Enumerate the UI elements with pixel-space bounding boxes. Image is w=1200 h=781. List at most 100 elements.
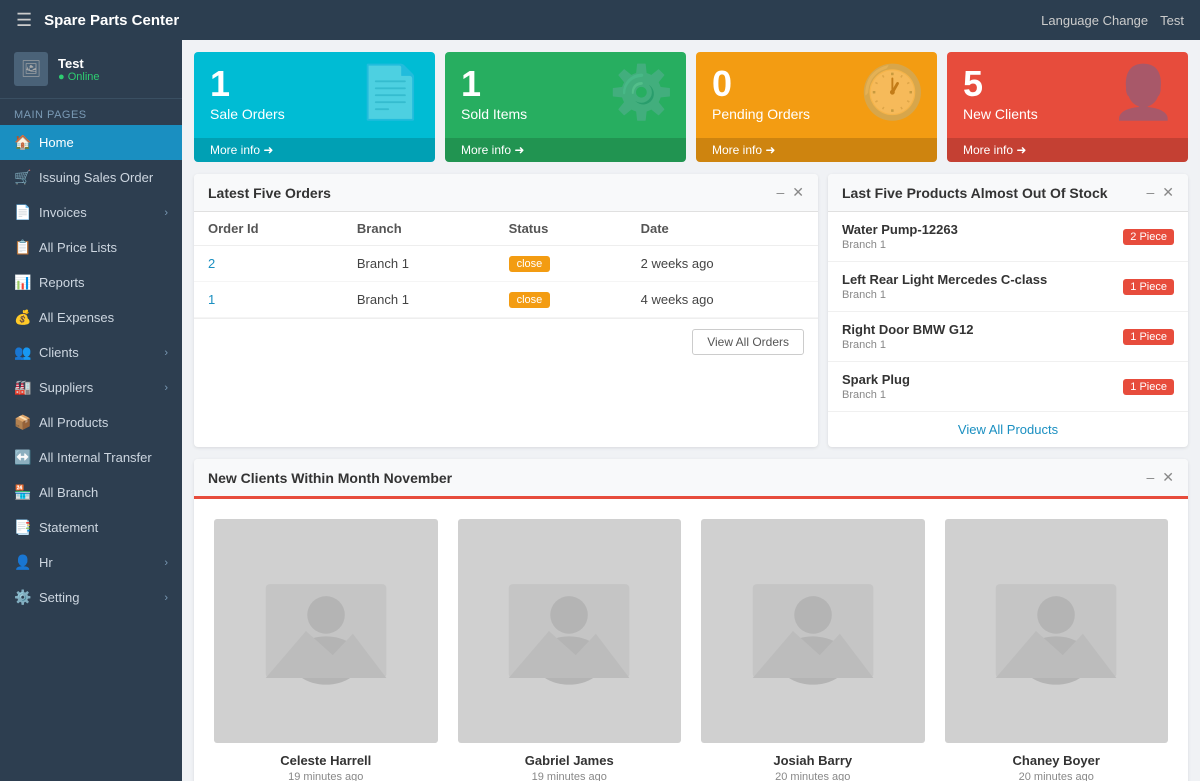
product-info: Right Door BMW G12 Branch 1 (842, 322, 973, 351)
sidebar-item-all-internal-transfer[interactable]: ↔️ All Internal Transfer (0, 440, 182, 475)
sidebar-icon-all-price-lists: 📋 (14, 239, 30, 256)
products-list: Water Pump-12263 Branch 1 2 Piece Left R… (828, 212, 1188, 412)
col-date: Date (627, 212, 818, 246)
low-stock-panel: Last Five Products Almost Out Of Stock –… (828, 174, 1188, 447)
date-cell: 4 weeks ago (627, 282, 818, 318)
sidebar: 🖼 Test ● Online Main Pages 🏠 Home 🛒 Issu… (0, 40, 182, 781)
orders-table: Order Id Branch Status Date 2 Branch 1 c… (194, 212, 818, 318)
sidebar-icon-all-products: 📦 (14, 414, 30, 431)
client-card: Celeste Harrell 19 minutes ago (214, 519, 438, 781)
sidebar-label-all-price-lists: All Price Lists (39, 240, 168, 255)
list-item: Left Rear Light Mercedes C-class Branch … (828, 262, 1188, 312)
view-all-orders-container: View All Orders (194, 318, 818, 365)
stat-card-new-clients: 👤 5 New Clients More info ➜ (947, 52, 1188, 162)
stat-card-pending-orders: 🕐 0 Pending Orders More info ➜ (696, 52, 937, 162)
list-item: Water Pump-12263 Branch 1 2 Piece (828, 212, 1188, 262)
piece-badge: 1 Piece (1123, 379, 1174, 395)
avatar: 🖼 (14, 52, 48, 86)
top-nav-left: ☰ Spare Parts Center (16, 10, 179, 31)
sidebar-username: Test (58, 56, 100, 71)
sidebar-label-suppliers: Suppliers (39, 380, 155, 395)
sidebar-icon-clients: 👥 (14, 344, 30, 361)
clients-title: New Clients Within Month November (208, 470, 452, 486)
latest-orders-panel: Latest Five Orders – ✕ Order Id Branch S… (194, 174, 818, 447)
view-all-products-link[interactable]: View All Products (828, 412, 1188, 447)
sidebar-icon-all-branch: 🏪 (14, 484, 30, 501)
sidebar-status: ● Online (58, 71, 100, 83)
sidebar-item-home[interactable]: 🏠 Home (0, 125, 182, 160)
close-icon[interactable]: ✕ (1162, 469, 1174, 486)
sidebar-icon-statement: 📑 (14, 519, 30, 536)
sidebar-item-reports[interactable]: 📊 Reports (0, 265, 182, 300)
minimize-icon[interactable]: – (776, 184, 784, 201)
client-time: 20 minutes ago (701, 771, 925, 781)
sidebar-item-all-branch[interactable]: 🏪 All Branch (0, 475, 182, 510)
top-nav-right: Language Change Test (1041, 13, 1184, 28)
clients-grid: Celeste Harrell 19 minutes ago Gabriel J… (194, 499, 1188, 781)
sidebar-item-hr[interactable]: 👤 Hr › (0, 545, 182, 580)
date-cell: 2 weeks ago (627, 246, 818, 282)
sidebar-label-setting: Setting (39, 590, 155, 605)
sidebar-icon-all-expenses: 💰 (14, 309, 30, 326)
order-id-cell[interactable]: 1 (194, 282, 343, 318)
client-avatar (701, 519, 925, 743)
stat-footer-sold-items[interactable]: More info ➜ (445, 138, 686, 162)
sidebar-item-all-expenses[interactable]: 💰 All Expenses (0, 300, 182, 335)
sidebar-item-clients[interactable]: 👥 Clients › (0, 335, 182, 370)
minimize-icon[interactable]: – (1146, 184, 1154, 201)
close-icon[interactable]: ✕ (792, 184, 804, 201)
sidebar-icon-hr: 👤 (14, 554, 30, 571)
sidebar-label-all-expenses: All Expenses (39, 310, 168, 325)
sidebar-icon-suppliers: 🏭 (14, 379, 30, 396)
status-badge: close (509, 256, 551, 272)
status-cell: close (495, 282, 627, 318)
client-name: Celeste Harrell (214, 753, 438, 768)
close-icon[interactable]: ✕ (1162, 184, 1174, 201)
view-all-orders-button[interactable]: View All Orders (692, 329, 804, 355)
piece-badge: 1 Piece (1123, 329, 1174, 345)
sidebar-item-all-products[interactable]: 📦 All Products (0, 405, 182, 440)
latest-orders-header: Latest Five Orders – ✕ (194, 174, 818, 212)
sidebar-items: 🏠 Home 🛒 Issuing Sales Order 📄 Invoices … (0, 125, 182, 615)
client-time: 19 minutes ago (458, 771, 682, 781)
col-branch: Branch (343, 212, 495, 246)
arrow-icon-hr: › (164, 557, 168, 569)
product-info: Spark Plug Branch 1 (842, 372, 910, 401)
new-clients-section: New Clients Within Month November – ✕ Ce… (194, 459, 1188, 781)
product-info: Left Rear Light Mercedes C-class Branch … (842, 272, 1047, 301)
sidebar-label-hr: Hr (39, 555, 155, 570)
sidebar-item-all-price-lists[interactable]: 📋 All Price Lists (0, 230, 182, 265)
order-id-cell[interactable]: 2 (194, 246, 343, 282)
sidebar-item-statement[interactable]: 📑 Statement (0, 510, 182, 545)
hamburger-icon[interactable]: ☰ (16, 10, 32, 31)
sidebar-item-suppliers[interactable]: 🏭 Suppliers › (0, 370, 182, 405)
clients-header: New Clients Within Month November – ✕ (194, 459, 1188, 499)
list-item: Right Door BMW G12 Branch 1 1 Piece (828, 312, 1188, 362)
client-avatar (214, 519, 438, 743)
client-name: Josiah Barry (701, 753, 925, 768)
sidebar-icon-invoices: 📄 (14, 204, 30, 221)
stat-footer-pending-orders[interactable]: More info ➜ (696, 138, 937, 162)
stat-footer-new-clients[interactable]: More info ➜ (947, 138, 1188, 162)
sidebar-user-info: Test ● Online (58, 56, 100, 83)
table-row: 2 Branch 1 close 2 weeks ago (194, 246, 818, 282)
sidebar-label-all-internal-transfer: All Internal Transfer (39, 450, 168, 465)
product-branch: Branch 1 (842, 339, 973, 351)
arrow-icon-invoices: › (164, 207, 168, 219)
stat-footer-sale-orders[interactable]: More info ➜ (194, 138, 435, 162)
low-stock-controls: – ✕ (1146, 184, 1174, 201)
status-badge: close (509, 292, 551, 308)
language-change-button[interactable]: Language Change (1041, 13, 1148, 28)
sidebar-item-invoices[interactable]: 📄 Invoices › (0, 195, 182, 230)
sidebar-label-invoices: Invoices (39, 205, 155, 220)
low-stock-header: Last Five Products Almost Out Of Stock –… (828, 174, 1188, 212)
sidebar-item-issuing-sales-order[interactable]: 🛒 Issuing Sales Order (0, 160, 182, 195)
client-name: Gabriel James (458, 753, 682, 768)
clients-controls: – ✕ (1146, 469, 1174, 486)
stat-cards: 📄 1 Sale Orders More info ➜ ⚙️ 1 Sold It… (194, 52, 1188, 162)
sidebar-item-setting[interactable]: ⚙️ Setting › (0, 580, 182, 615)
sidebar-label-issuing-sales-order: Issuing Sales Order (39, 170, 168, 185)
arrow-icon-clients: › (164, 347, 168, 359)
arrow-icon-setting: › (164, 592, 168, 604)
minimize-icon[interactable]: – (1146, 469, 1154, 486)
